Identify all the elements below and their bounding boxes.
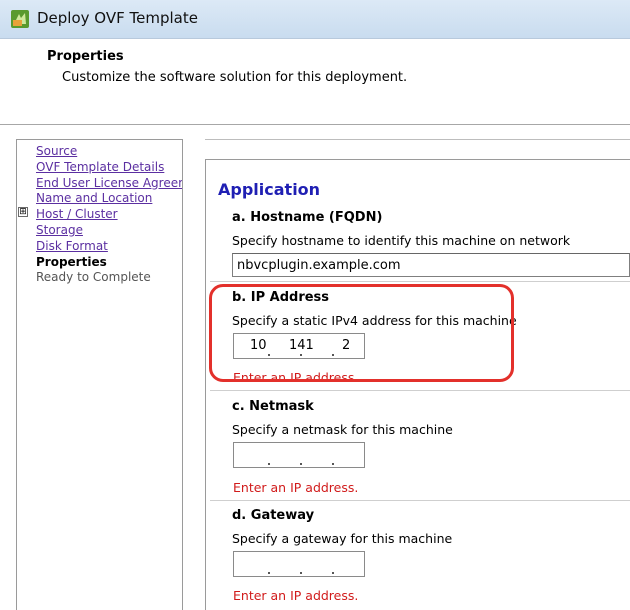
ip-dot xyxy=(268,463,270,465)
ip-dot xyxy=(332,354,334,356)
gateway-input[interactable] xyxy=(233,551,365,577)
gateway-label: d. Gateway xyxy=(232,508,315,523)
ip-dot xyxy=(268,572,270,574)
main-top-divider xyxy=(205,139,630,140)
sidebar-item-host-cluster[interactable]: Host / Cluster xyxy=(36,207,182,223)
hostname-description: Specify hostname to identify this machin… xyxy=(232,233,571,248)
ip-address-label: b. IP Address xyxy=(232,290,330,305)
sidebar-item-eula[interactable]: End User License Agreement xyxy=(36,176,182,192)
section-divider xyxy=(210,281,630,282)
wizard-steps: Source OVF Template Details End User Lic… xyxy=(36,144,182,286)
sidebar-item-disk-format[interactable]: Disk Format xyxy=(36,239,182,255)
page-subtitle: Customize the software solution for this… xyxy=(62,70,408,85)
netmask-error: Enter an IP address. xyxy=(233,480,359,495)
vsphere-deploy-icon xyxy=(11,10,29,28)
ip-dot xyxy=(332,463,334,465)
sidebar-item-name-and-location[interactable]: Name and Location xyxy=(36,191,182,207)
gateway-error: Enter an IP address. xyxy=(233,588,359,603)
ip-address-input[interactable]: 10 141 2 xyxy=(233,333,365,359)
ip-octet-1[interactable]: 10 xyxy=(250,338,267,353)
window-titlebar: Deploy OVF Template xyxy=(0,0,630,39)
netmask-input[interactable] xyxy=(233,442,365,468)
header-divider xyxy=(0,124,630,125)
sidebar-item-ovf-template-details[interactable]: OVF Template Details xyxy=(36,160,182,176)
wizard-sidebar: ⊞ Source OVF Template Details End User L… xyxy=(16,139,183,610)
hostname-input[interactable] xyxy=(232,253,630,277)
netmask-label: c. Netmask xyxy=(232,399,314,414)
section-divider xyxy=(210,500,630,501)
ip-octet-2[interactable]: 141 xyxy=(289,338,314,353)
gateway-description: Specify a gateway for this machine xyxy=(232,531,453,546)
hostname-label: a. Hostname (FQDN) xyxy=(232,210,383,225)
ip-dot xyxy=(268,354,270,356)
sidebar-item-properties: Properties xyxy=(36,254,107,269)
page-title: Properties xyxy=(47,49,124,64)
ip-octet-3[interactable]: 2 xyxy=(342,338,350,353)
expand-icon[interactable]: ⊞ xyxy=(18,207,28,217)
application-heading: Application xyxy=(218,180,321,199)
ip-address-description: Specify a static IPv4 address for this m… xyxy=(232,313,517,328)
window-title: Deploy OVF Template xyxy=(37,9,198,27)
section-divider xyxy=(210,390,630,391)
ip-dot xyxy=(300,463,302,465)
ip-dot xyxy=(332,572,334,574)
sidebar-item-ready-to-complete: Ready to Complete xyxy=(36,270,151,285)
sidebar-item-source[interactable]: Source xyxy=(36,144,182,160)
netmask-description: Specify a netmask for this machine xyxy=(232,422,453,437)
ip-address-error: Enter an IP address. xyxy=(233,370,359,385)
sidebar-item-storage[interactable]: Storage xyxy=(36,223,182,239)
ip-dot xyxy=(300,354,302,356)
ip-dot xyxy=(300,572,302,574)
